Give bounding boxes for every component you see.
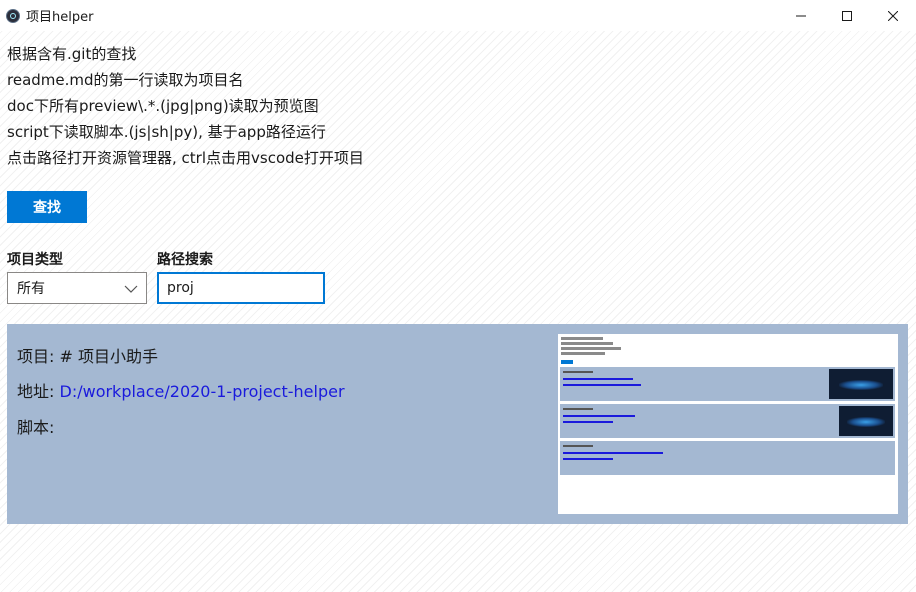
instruction-line: 根据含有.git的查找: [7, 45, 137, 63]
project-scripts-row: 脚本:: [17, 414, 54, 438]
project-card: 项目: # 项目小助手 地址: D:/workplace/2020-1-proj…: [7, 324, 908, 524]
minimize-button[interactable]: [778, 0, 824, 31]
project-name: # 项目小助手: [59, 347, 159, 366]
window-controls: [778, 0, 916, 31]
project-name-label: 项目:: [17, 347, 55, 366]
instruction-line: readme.md的第一行读取为项目名: [7, 71, 244, 89]
project-type-select[interactable]: 所有: [7, 272, 147, 304]
project-address-link[interactable]: D:/workplace/2020-1-project-helper: [60, 382, 345, 401]
path-search-input[interactable]: [157, 272, 325, 304]
instruction-line: doc下所有preview\.*.(jpg|png)读取为预览图: [7, 97, 319, 115]
project-type-value: 所有: [17, 281, 45, 297]
search-button[interactable]: 查找: [7, 191, 87, 223]
maximize-button[interactable]: [824, 0, 870, 31]
window-title: 项目helper: [26, 10, 94, 25]
instructions: 根据含有.git的查找 readme.md的第一行读取为项目名 doc下所有pr…: [7, 41, 364, 171]
electron-icon: [6, 8, 20, 23]
minimize-icon: [796, 15, 806, 16]
instruction-line: script下读取脚本.(js|sh|py), 基于app路径运行: [7, 123, 326, 141]
project-name-row: 项目: # 项目小助手: [17, 343, 158, 367]
chevron-down-icon: [124, 285, 138, 293]
close-icon: [888, 10, 898, 21]
close-button[interactable]: [870, 0, 916, 31]
instruction-line: 点击路径打开资源管理器, ctrl点击用vscode打开项目: [7, 149, 364, 167]
maximize-icon: [842, 10, 852, 21]
project-preview-image: [558, 334, 898, 514]
path-search-label: 路径搜索: [157, 252, 213, 268]
title-bar: 项目helper: [0, 0, 916, 31]
project-address-row: 地址: D:/workplace/2020-1-project-helper: [17, 378, 345, 402]
project-address-label: 地址:: [17, 382, 55, 401]
project-scripts-label: 脚本:: [17, 418, 55, 437]
project-type-label: 项目类型: [7, 252, 63, 268]
